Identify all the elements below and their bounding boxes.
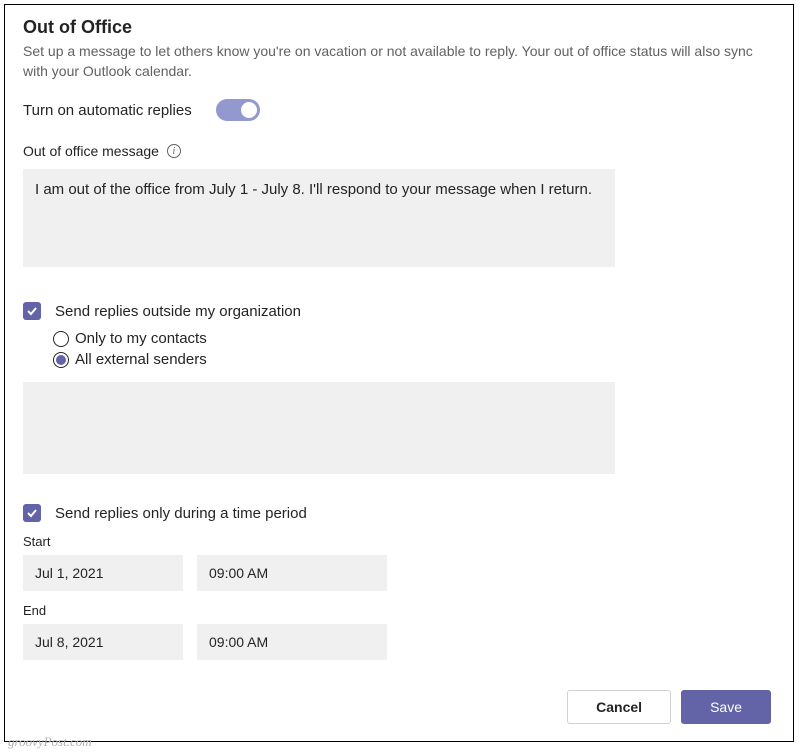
end-label: End xyxy=(23,603,775,618)
radio-selected-icon xyxy=(56,355,66,365)
time-period-checkbox[interactable] xyxy=(23,504,41,522)
save-button[interactable]: Save xyxy=(681,690,771,724)
auto-replies-label: Turn on automatic replies xyxy=(23,102,192,119)
start-label: Start xyxy=(23,534,775,549)
check-icon xyxy=(26,507,38,519)
radio-only-contacts-label: Only to my contacts xyxy=(75,330,207,347)
end-date-input[interactable] xyxy=(23,624,183,660)
radio-circle-icon xyxy=(53,352,69,368)
check-icon xyxy=(26,305,38,317)
send-outside-checkbox[interactable] xyxy=(23,302,41,320)
send-outside-label: Send replies outside my organization xyxy=(55,303,301,320)
radio-circle-icon xyxy=(53,331,69,347)
end-time-input[interactable] xyxy=(197,624,387,660)
radio-only-contacts[interactable]: Only to my contacts xyxy=(53,330,775,347)
external-message-input[interactable] xyxy=(23,382,615,474)
toggle-knob xyxy=(241,102,257,118)
out-of-office-message-input[interactable] xyxy=(23,169,615,267)
start-time-input[interactable] xyxy=(197,555,387,591)
radio-all-external-label: All external senders xyxy=(75,351,207,368)
page-description: Set up a message to let others know you'… xyxy=(23,42,775,81)
cancel-button[interactable]: Cancel xyxy=(567,690,671,724)
message-label: Out of office message xyxy=(23,143,159,159)
info-icon[interactable]: i xyxy=(167,144,181,158)
page-title: Out of Office xyxy=(23,17,775,38)
radio-all-external[interactable]: All external senders xyxy=(53,351,775,368)
auto-replies-toggle[interactable] xyxy=(216,99,260,121)
time-period-label: Send replies only during a time period xyxy=(55,505,307,522)
start-date-input[interactable] xyxy=(23,555,183,591)
